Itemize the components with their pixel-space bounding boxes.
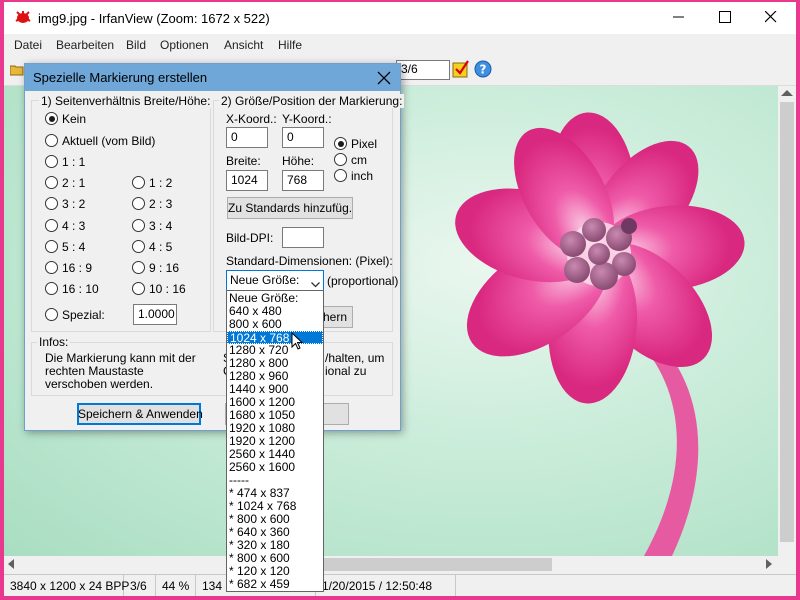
help-icon[interactable]: ? — [474, 60, 492, 81]
vertical-scroll-thumb[interactable] — [780, 102, 794, 542]
menu-bar: Datei Bearbeiten Bild Optionen Ansicht H… — [4, 34, 796, 56]
list-item[interactable]: 800 x 600 — [227, 318, 323, 331]
maximize-button[interactable] — [702, 2, 748, 32]
close-icon — [765, 11, 777, 23]
page-number-field[interactable]: 3/6 — [396, 60, 450, 80]
info-label: Infos: — [37, 335, 71, 349]
ratio-1-1[interactable]: 1 : 1 — [45, 155, 85, 169]
scroll-up-icon[interactable] — [781, 90, 793, 96]
info-right-tail: /halten, um ional zu — [325, 351, 385, 378]
status-page: 3/6 — [124, 575, 156, 596]
dialog-close-button[interactable] — [375, 69, 393, 87]
dialog-title: Spezielle Markierung erstellen — [33, 70, 208, 85]
mouse-cursor-icon — [291, 331, 304, 353]
ratio-aktuell[interactable]: Aktuell (vom Bild) — [45, 134, 155, 148]
y-coord-input[interactable]: 0 — [282, 127, 324, 148]
status-bar: 3840 x 1200 x 24 BPP 3/6 44 % 134 1/20/2… — [4, 574, 796, 596]
width-label: Breite: — [226, 154, 261, 168]
close-icon — [377, 71, 391, 85]
irfanview-logo-icon — [14, 9, 32, 28]
aspect-ratio-label: 1) Seitenverhältnis Breite/Höhe: — [39, 94, 213, 108]
menu-bild[interactable]: Bild — [126, 38, 146, 52]
minimize-button[interactable] — [656, 2, 702, 32]
window-title: img9.jpg - IrfanView (Zoom: 1672 x 522) — [38, 11, 270, 26]
ratio-4-5[interactable]: 4 : 5 — [132, 240, 172, 254]
ratio-16-10[interactable]: 16 : 10 — [45, 282, 99, 296]
ratio-kein[interactable]: Kein — [45, 112, 86, 126]
unit-cm[interactable]: cm — [334, 153, 367, 167]
scroll-corner — [778, 556, 796, 573]
ratio-16-9[interactable]: 16 : 9 — [45, 261, 92, 275]
radio-selected-icon — [45, 112, 58, 125]
irfanview-window: img9.jpg - IrfanView (Zoom: 1672 x 522) … — [4, 2, 796, 596]
dialog-title-bar[interactable]: Spezielle Markierung erstellen — [25, 64, 400, 91]
status-dimensions: 3840 x 1200 x 24 BPP — [4, 575, 129, 596]
radio-selected-icon — [334, 137, 347, 150]
special-selection-dialog: Spezielle Markierung erstellen 1) Seiten… — [24, 63, 405, 431]
ratio-5-4[interactable]: 5 : 4 — [45, 240, 85, 254]
chevron-down-icon — [311, 277, 320, 291]
unit-inch[interactable]: inch — [334, 169, 373, 183]
close-window-button[interactable] — [748, 2, 794, 32]
size-position-label: 2) Größe/Position der Markierung: — [219, 94, 405, 108]
special-ratio-input[interactable]: 1.0000 — [133, 304, 177, 325]
ratio-2-1[interactable]: 2 : 1 — [45, 176, 85, 190]
svg-text:?: ? — [480, 63, 487, 77]
ratio-9-16[interactable]: 9 : 16 — [132, 261, 179, 275]
ratio-3-2[interactable]: 3 : 2 — [45, 197, 85, 211]
status-zoom: 44 % — [156, 575, 196, 596]
maximize-icon — [719, 11, 731, 23]
y-coord-label: Y-Koord.: — [282, 112, 332, 126]
list-item[interactable]: * 682 x 459 — [227, 578, 323, 591]
x-coord-label: X-Koord.: — [226, 112, 277, 126]
dimensions-dropdown-list[interactable]: Neue Größe: 640 x 480 800 x 600 1024 x 7… — [226, 290, 324, 592]
standard-dimensions-label: Standard-Dimensionen: (Pixel): — [226, 254, 393, 268]
menu-datei[interactable]: Datei — [14, 38, 42, 52]
unit-pixel[interactable]: Pixel — [334, 137, 377, 151]
ratio-4-3[interactable]: 4 : 3 — [45, 219, 85, 233]
info-left-text: Die Markierung kann mit der rechten Maus… — [45, 351, 196, 391]
ratio-spezial[interactable]: Spezial: — [45, 308, 105, 322]
width-input[interactable]: 1024 — [226, 170, 268, 191]
menu-hilfe[interactable]: Hilfe — [278, 38, 302, 52]
edit-check-icon[interactable] — [452, 60, 470, 81]
ratio-10-16[interactable]: 10 : 16 — [132, 282, 186, 296]
menu-ansicht[interactable]: Ansicht — [224, 38, 263, 52]
x-coord-input[interactable]: 0 — [226, 127, 268, 148]
status-datetime: 1/20/2015 / 12:50:48 — [316, 575, 456, 596]
open-folder-icon[interactable] — [9, 64, 24, 79]
menu-bearbeiten[interactable]: Bearbeiten — [56, 38, 114, 52]
title-bar[interactable]: img9.jpg - IrfanView (Zoom: 1672 x 522) — [4, 2, 796, 34]
dpi-label: Bild-DPI: — [226, 231, 274, 245]
vertical-scrollbar[interactable] — [778, 86, 796, 556]
horizontal-scrollbar[interactable] — [4, 556, 778, 573]
standard-dimensions-combo[interactable]: Neue Größe: — [226, 270, 324, 291]
add-to-defaults-button[interactable]: Zu Standards hinzufüg. — [227, 197, 353, 219]
scroll-right-icon[interactable] — [766, 559, 772, 569]
height-label: Höhe: — [282, 154, 315, 168]
scroll-left-icon[interactable] — [8, 559, 14, 569]
save-apply-button[interactable]: Speichern & Anwenden — [77, 403, 203, 425]
ratio-1-2[interactable]: 1 : 2 — [132, 176, 172, 190]
ratio-2-3[interactable]: 2 : 3 — [132, 197, 172, 211]
dpi-input[interactable] — [282, 227, 324, 248]
ratio-3-4[interactable]: 3 : 4 — [132, 219, 172, 233]
proportional-label: (proportional) — [327, 274, 399, 288]
minimize-icon — [673, 16, 684, 18]
menu-optionen[interactable]: Optionen — [160, 38, 209, 52]
height-input[interactable]: 768 — [282, 170, 324, 191]
